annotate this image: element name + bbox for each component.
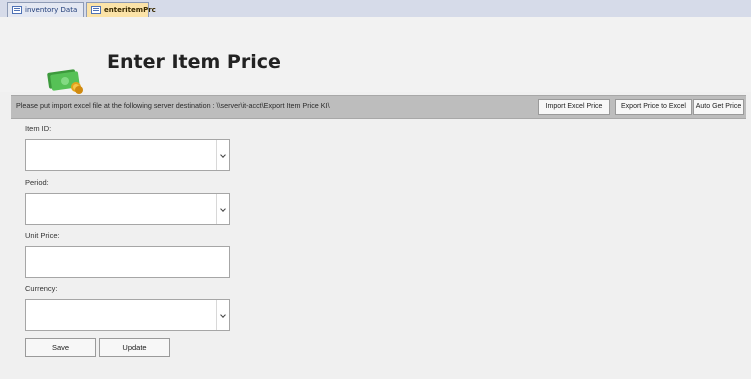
item-id-combobox[interactable] — [25, 139, 230, 171]
server-path-text: Please put import excel file at the foll… — [16, 101, 330, 110]
currency-label: Currency: — [25, 284, 58, 293]
money-icon — [47, 69, 83, 94]
item-id-label: Item ID: — [25, 124, 52, 133]
import-info-bar: Please put import excel file at the foll… — [11, 95, 746, 119]
tab-enteritemprc[interactable]: enteritemPrc — [86, 2, 156, 17]
unit-price-label: Unit Price: — [25, 231, 60, 240]
document-tab-bar: inventory Data enteritemPrc — [0, 0, 751, 18]
currency-combobox[interactable] — [25, 299, 230, 331]
update-button[interactable]: Update — [99, 338, 170, 357]
form-icon — [12, 6, 22, 14]
unit-price-input[interactable] — [25, 246, 230, 278]
save-button[interactable]: Save — [25, 338, 96, 357]
period-combobox[interactable] — [25, 193, 230, 225]
auto-get-price-button[interactable]: Auto Get Price — [693, 99, 744, 115]
form-icon — [91, 6, 101, 14]
tab-inventory-data[interactable]: inventory Data — [7, 2, 84, 17]
chevron-down-icon[interactable] — [216, 194, 229, 224]
import-excel-price-button[interactable]: Import Excel Price — [538, 99, 610, 115]
tab-label: enteritemPrc — [104, 6, 156, 14]
chevron-down-icon[interactable] — [216, 140, 229, 170]
form-header: Enter Item Price — [0, 17, 751, 94]
export-price-to-excel-button[interactable]: Export Price to Excel — [615, 99, 692, 115]
period-label: Period: — [25, 178, 49, 187]
page-title: Enter Item Price — [107, 51, 281, 73]
tab-label: inventory Data — [25, 6, 78, 14]
chevron-down-icon[interactable] — [216, 300, 229, 330]
